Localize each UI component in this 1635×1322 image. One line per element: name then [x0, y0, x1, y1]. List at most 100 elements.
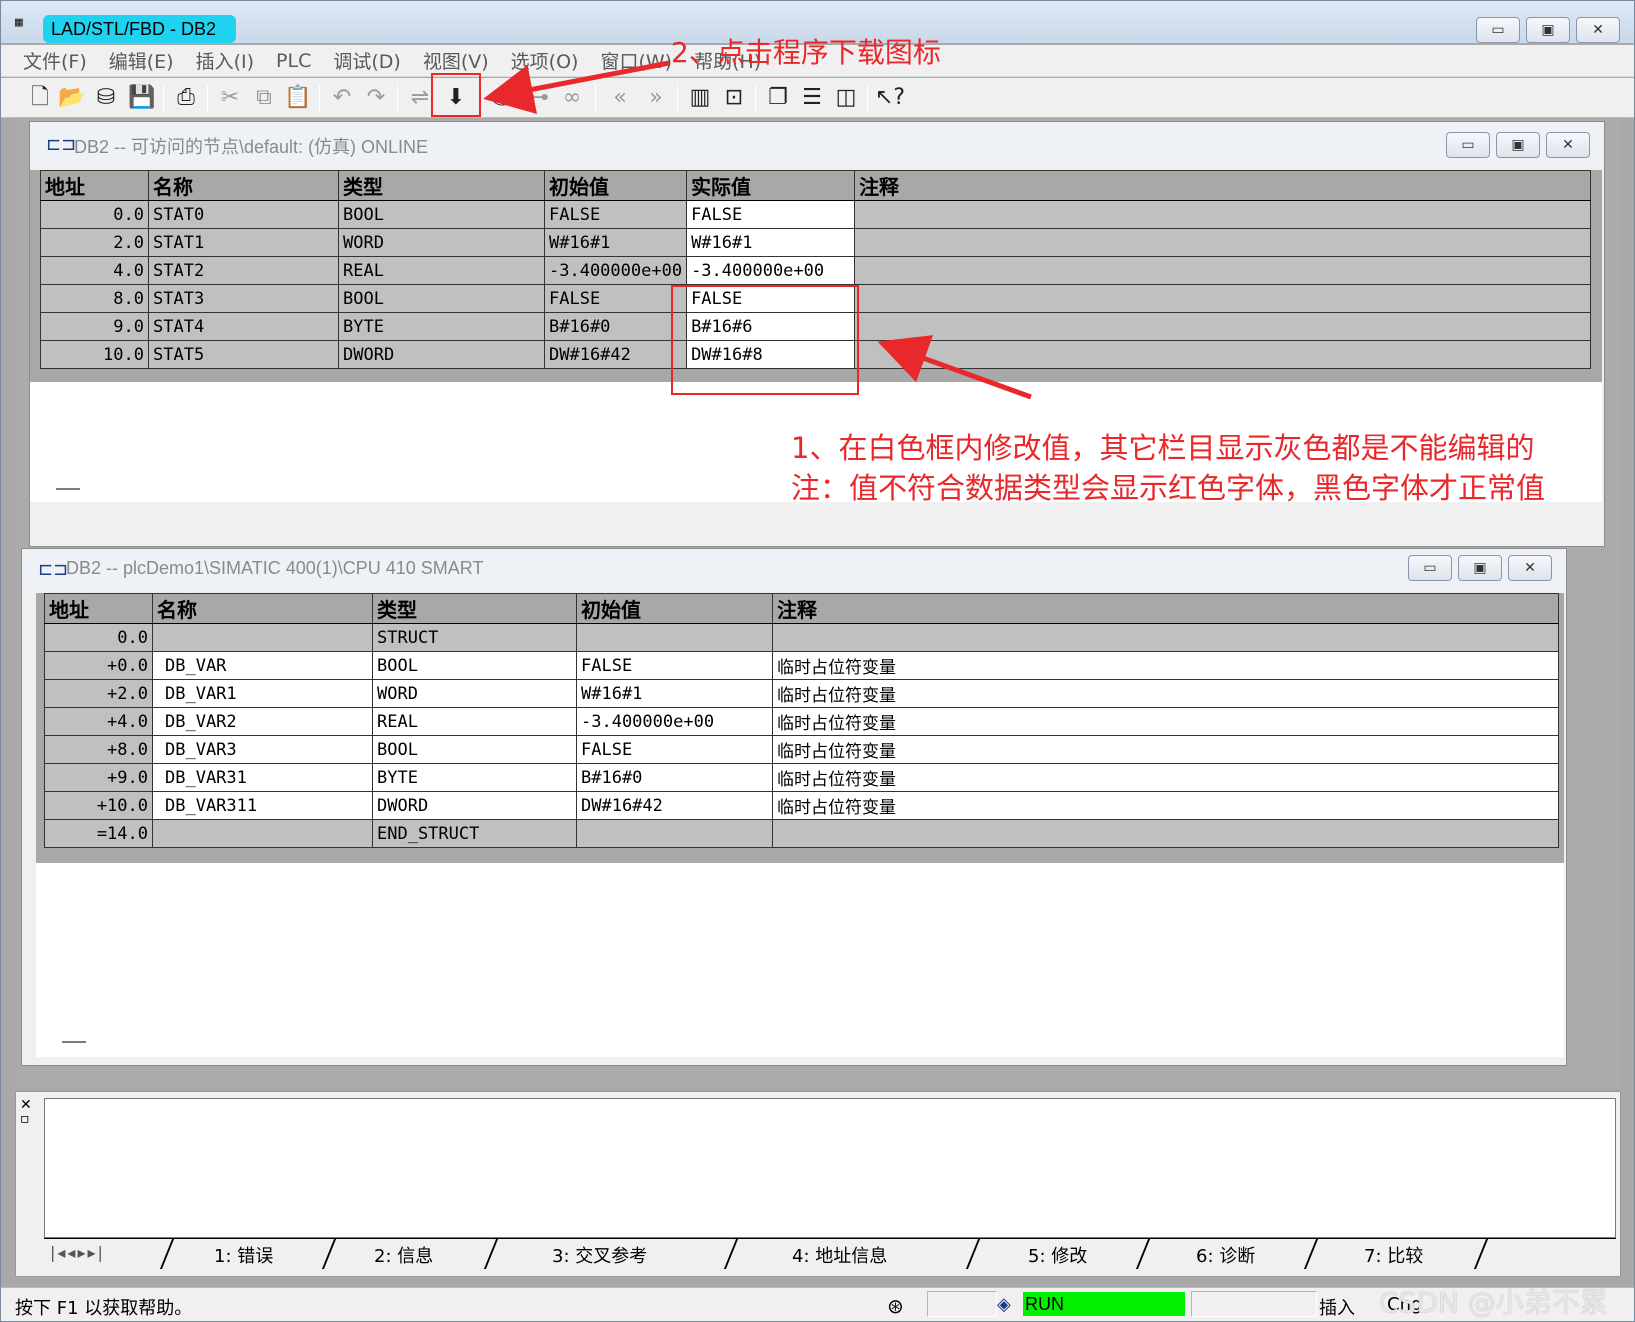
name-cell[interactable]: DB_VAR2	[152, 707, 373, 736]
tab-errors[interactable]: 1: 错误	[214, 1242, 273, 1268]
offline-window-title: DB2 -- plcDemo1\SIMATIC 400(1)\CPU 410 S…	[66, 558, 484, 578]
menu-debug[interactable]: 调试(D)	[333, 47, 400, 74]
comment-cell[interactable]: 临时占位符变量	[772, 735, 1559, 764]
name-cell	[152, 623, 373, 652]
comment-cell	[854, 340, 1592, 369]
network-icon[interactable]: ⊶	[523, 83, 553, 113]
menu-window[interactable]: 窗口(W)	[600, 47, 672, 74]
annotation-step1-line2: 注：值不符合数据类型会显示红色字体，黑色字体才正常值	[791, 471, 1546, 505]
accessible-nodes-icon[interactable]: ⛁	[91, 83, 121, 113]
table-row: +8.0 DB_VAR3 BOOL FALSE 临时占位符变量	[44, 735, 1559, 764]
comment-cell[interactable]: 临时占位符变量	[772, 763, 1559, 792]
col-header-comment: 注释	[772, 593, 1559, 624]
watch-glasses-icon[interactable]: ∞	[557, 83, 587, 113]
online-close-button[interactable]: ✕	[1546, 132, 1590, 158]
tab-address-info[interactable]: 4: 地址信息	[792, 1242, 887, 1268]
type-cell: BYTE	[338, 312, 545, 341]
minimize-button[interactable]: ▭	[1476, 17, 1520, 43]
open-folder-icon[interactable]: 📂	[57, 83, 87, 113]
menu-file[interactable]: 文件(F)	[23, 47, 87, 74]
offline-maximize-button[interactable]: ▣	[1458, 555, 1502, 581]
tab-info[interactable]: 2: 信息	[374, 1242, 433, 1268]
tab-modify[interactable]: 5: 修改	[1028, 1242, 1087, 1268]
initial-value-cell: DW#16#42	[543, 340, 688, 369]
col-header-name: 名称	[152, 593, 373, 624]
initial-value-cell[interactable]: FALSE	[576, 735, 773, 764]
actual-value-cell[interactable]: W#16#1	[686, 228, 856, 257]
output-tabs: |◂◂▸▸| 1: 错误 2: 信息 3: 交叉参考 4: 地址信息 5: 修改…	[44, 1238, 1616, 1269]
zoom-view-icon[interactable]: ⊡	[719, 83, 749, 113]
menu-insert[interactable]: 插入(I)	[196, 47, 254, 74]
close-button[interactable]: ✕	[1576, 17, 1620, 43]
comment-cell[interactable]: 临时占位符变量	[772, 679, 1559, 708]
actual-value-cell[interactable]: FALSE	[686, 200, 856, 229]
type-cell[interactable]: WORD	[372, 679, 577, 708]
table-row: +0.0 DB_VAR BOOL FALSE 临时占位符变量	[44, 651, 1559, 680]
initial-value-cell: -3.400000e+00	[543, 256, 688, 285]
run-mode-icon: ◈	[997, 1294, 1011, 1315]
previous-icon[interactable]: «	[605, 83, 635, 113]
name-cell[interactable]: DB_VAR	[152, 651, 373, 680]
menu-plc[interactable]: PLC	[276, 50, 311, 72]
offline-close-button[interactable]: ✕	[1508, 555, 1552, 581]
cascade-windows-icon[interactable]: ❐	[763, 83, 793, 113]
cut-icon[interactable]: ✂	[215, 83, 245, 113]
comment-cell[interactable]: 临时占位符变量	[772, 651, 1559, 680]
name-cell[interactable]: DB_VAR31	[152, 763, 373, 792]
toolbar: 🗋 📂 ⛁ 💾 ⎙ ✂ ⧉ 📋 ↶ ↷ ⇌ ⬇ 👁 ⊶ ∞ « » ▥ ⊡ ❐ …	[1, 78, 1634, 118]
name-cell[interactable]: DB_VAR311	[152, 791, 373, 820]
tile-vertical-icon[interactable]: ◫	[831, 83, 861, 113]
online-maximize-button[interactable]: ▣	[1496, 132, 1540, 158]
col-header-actual: 实际值	[686, 170, 856, 201]
comment-cell	[772, 623, 1559, 652]
initial-value-cell[interactable]: B#16#0	[576, 763, 773, 792]
name-cell[interactable]: DB_VAR3	[152, 735, 373, 764]
tile-horizontal-icon[interactable]: ☰	[797, 83, 827, 113]
close-panel-icon[interactable]: ✕	[20, 1098, 40, 1112]
type-cell[interactable]: BOOL	[372, 651, 577, 680]
print-icon[interactable]: ⎙	[171, 83, 201, 113]
tab-diagnostics[interactable]: 6: 诊断	[1196, 1242, 1255, 1268]
type-cell[interactable]: BYTE	[372, 763, 577, 792]
run-status: RUN	[1023, 1292, 1185, 1316]
copy-icon[interactable]: ⧉	[249, 83, 279, 113]
col-header-name: 名称	[148, 170, 339, 201]
undo-icon[interactable]: ↶	[327, 83, 357, 113]
tab-cross-reference[interactable]: 3: 交叉参考	[552, 1242, 647, 1268]
initial-value-cell[interactable]: W#16#1	[576, 679, 773, 708]
type-cell[interactable]: DWORD	[372, 791, 577, 820]
menu-options[interactable]: 选项(O)	[511, 47, 579, 74]
actual-value-cell[interactable]: -3.400000e+00	[686, 256, 856, 285]
redo-icon[interactable]: ↷	[361, 83, 391, 113]
monitor-icon[interactable]: 👁	[487, 83, 517, 113]
online-window-titlebar: ⊏⊐ DB2 -- 可访问的节点\default: (仿真) ONLINE ▭ …	[30, 122, 1604, 166]
new-file-icon[interactable]: 🗋	[25, 83, 55, 113]
address-cell: 0.0	[44, 623, 153, 652]
initial-value-cell[interactable]: -3.400000e+00	[576, 707, 773, 736]
csdn-watermark: CSDN @小弟不累	[1379, 1286, 1608, 1319]
comment-cell[interactable]: 临时占位符变量	[772, 707, 1559, 736]
online-minimize-button[interactable]: ▭	[1446, 132, 1490, 158]
comment-cell	[854, 256, 1592, 285]
context-help-icon[interactable]: ↖?	[875, 83, 905, 113]
initial-value-cell[interactable]: DW#16#42	[576, 791, 773, 820]
save-icon[interactable]: 💾	[127, 83, 157, 113]
type-cell[interactable]: REAL	[372, 707, 577, 736]
tab-compare[interactable]: 7: 比较	[1364, 1242, 1423, 1268]
col-header-address: 地址	[40, 170, 149, 201]
initial-value-cell[interactable]: FALSE	[576, 651, 773, 680]
tab-scroll-arrows-icon[interactable]: |◂◂▸▸|	[50, 1243, 105, 1262]
address-cell: 4.0	[40, 256, 149, 285]
table-row: 4.0 STAT2 REAL -3.400000e+00 -3.400000e+00	[40, 256, 1592, 285]
overview-icon[interactable]: ▥	[685, 83, 715, 113]
next-icon[interactable]: »	[641, 83, 671, 113]
offline-minimize-button[interactable]: ▭	[1408, 555, 1452, 581]
maximize-button[interactable]: ▣	[1526, 17, 1570, 43]
menu-edit[interactable]: 编辑(E)	[109, 47, 174, 74]
comment-cell[interactable]: 临时占位符变量	[772, 791, 1559, 820]
menu-view[interactable]: 视图(V)	[423, 47, 489, 74]
paste-icon[interactable]: 📋	[283, 83, 313, 113]
name-cell[interactable]: DB_VAR1	[152, 679, 373, 708]
type-cell[interactable]: BOOL	[372, 735, 577, 764]
float-panel-icon[interactable]: ▫	[20, 1112, 40, 1126]
